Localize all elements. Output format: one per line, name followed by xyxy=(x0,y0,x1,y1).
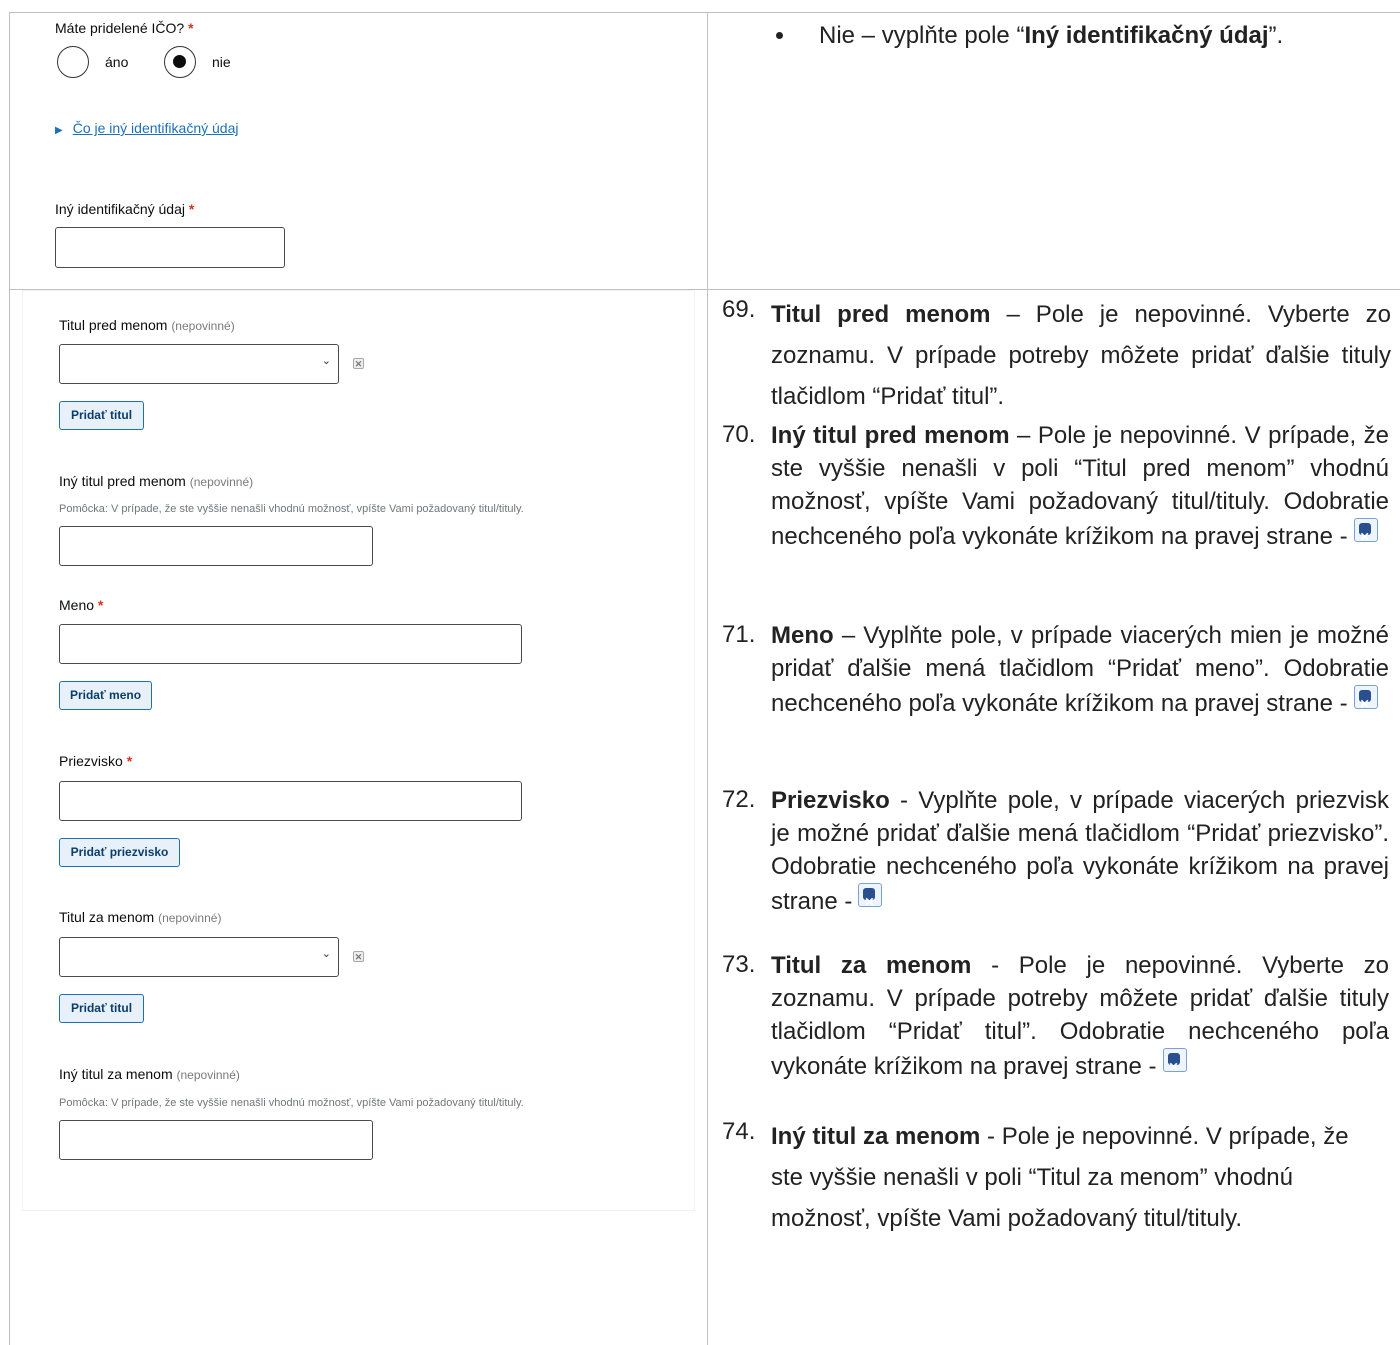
other-title-after-label: Iný titul za menom (nepovinné) xyxy=(59,1066,240,1082)
table-top-border xyxy=(9,12,1400,13)
first-name-label: Meno * xyxy=(59,597,103,613)
surname-label: Priezvisko * xyxy=(59,753,132,769)
add-surname-button[interactable]: Pridať priezvisko xyxy=(59,838,180,867)
triangle-right-icon: ▶ xyxy=(55,125,63,136)
instruction-74: Iný titul za menom - Pole je nepovinné. … xyxy=(771,1116,1381,1239)
item-number: 71. xyxy=(722,621,756,648)
table-row-divider xyxy=(9,289,1400,290)
optional-tag: (nepovinné) xyxy=(176,1068,240,1082)
remove-field-icon[interactable]: ✕ xyxy=(353,951,364,962)
radio-no-label: nie xyxy=(212,54,231,70)
optional-tag: (nepovinné) xyxy=(171,319,235,333)
item-number: 74. xyxy=(722,1118,756,1145)
add-title-after-button[interactable]: Pridať titul xyxy=(59,994,144,1023)
item-number: 73. xyxy=(722,951,756,978)
instruction-bold: Iný titul pred menom xyxy=(771,422,1010,449)
details-toggle[interactable]: ▶ Čo je iný identifikačný údaj xyxy=(55,120,238,136)
required-mark: * xyxy=(97,597,104,613)
instruction-71: Meno – Vyplňte pole, v prípade viacerých… xyxy=(771,619,1389,721)
top-instruction-prefix: Nie – vyplňte pole “ xyxy=(819,22,1025,49)
radio-yes[interactable] xyxy=(57,46,89,78)
top-instruction-suffix: ”. xyxy=(1268,22,1284,49)
title-after-label: Titul za menom (nepovinné) xyxy=(59,909,221,925)
remove-cross-icon xyxy=(1353,518,1378,554)
hint-text: Pomôcka: V prípade, že ste vyššie nenašl… xyxy=(59,503,524,515)
instruction-70: Iný titul pred menom – Pole je nepovinné… xyxy=(771,419,1389,554)
other-title-before-input[interactable] xyxy=(59,526,373,566)
hint-text: Pomôcka: V prípade, že ste vyššie nenašl… xyxy=(59,1097,524,1109)
first-name-text: Meno xyxy=(59,597,95,613)
remove-cross-icon xyxy=(1353,685,1378,721)
instruction-bold: Priezvisko xyxy=(771,787,890,814)
instruction-72: Priezvisko - Vyplňte pole, v prípade via… xyxy=(771,784,1389,919)
other-title-after-text: Iný titul za menom xyxy=(59,1066,173,1082)
required-mark: * xyxy=(188,201,195,217)
other-id-label: Iný identifikačný údaj * xyxy=(55,201,194,217)
other-id-input[interactable] xyxy=(55,227,285,268)
table-left-border xyxy=(9,12,10,1345)
radio-selected-dot xyxy=(173,55,186,68)
title-before-text: Titul pred menom xyxy=(59,317,168,333)
required-mark: * xyxy=(126,753,133,769)
other-title-after-input[interactable] xyxy=(59,1120,373,1160)
other-title-before-text: Iný titul pred menom xyxy=(59,473,186,489)
instruction-bold: Titul za menom xyxy=(771,952,972,979)
surname-input[interactable] xyxy=(59,781,522,821)
item-number: 69. xyxy=(722,296,756,323)
surname-text: Priezvisko xyxy=(59,753,123,769)
title-after-select[interactable]: ⌄ xyxy=(59,937,339,977)
instruction-73: Titul za menom - Pole je nepovinné. Vybe… xyxy=(771,949,1389,1084)
details-link[interactable]: Čo je iný identifikačný údaj xyxy=(73,120,239,136)
remove-cross-icon xyxy=(858,883,883,919)
optional-tag: (nepovinné) xyxy=(189,475,254,489)
radio-yes-label: áno xyxy=(105,54,129,70)
table-column-divider xyxy=(707,12,708,1345)
instruction-69: Titul pred menom – Pole je nepovinné. Vy… xyxy=(771,294,1391,417)
required-mark: * xyxy=(188,20,194,36)
chevron-down-icon: ⌄ xyxy=(321,355,331,367)
other-id-text: Iný identifikačný údaj xyxy=(55,201,185,217)
remove-field-icon[interactable]: ✕ xyxy=(353,358,364,369)
instruction-bold: Iný titul za menom xyxy=(771,1123,981,1150)
instruction-text: – Vyplňte pole, v prípade viacerých mien… xyxy=(771,622,1389,717)
top-instruction-bold: Iný identifikačný údaj xyxy=(1024,22,1269,49)
instruction-bold: Titul pred menom xyxy=(771,301,991,328)
item-number: 72. xyxy=(722,786,756,813)
other-title-before-label: Iný titul pred menom (nepovinné) xyxy=(59,473,253,489)
remove-cross-icon xyxy=(1162,1048,1187,1084)
instruction-bold: Meno xyxy=(771,622,834,649)
bullet-point xyxy=(776,32,783,39)
title-after-text: Titul za menom xyxy=(59,909,155,925)
title-before-select[interactable]: ⌄ xyxy=(59,344,339,384)
ico-question-text: Máte pridelené IČO? xyxy=(55,20,185,36)
chevron-down-icon: ⌄ xyxy=(321,948,331,960)
top-instruction: Nie – vyplňte pole “Iný identifikačný úd… xyxy=(819,20,1283,52)
add-first-name-button[interactable]: Pridať meno xyxy=(59,681,152,710)
first-name-input[interactable] xyxy=(59,624,522,664)
radio-no[interactable] xyxy=(164,46,196,78)
optional-tag: (nepovinné) xyxy=(158,911,222,925)
title-before-label: Titul pred menom (nepovinné) xyxy=(59,317,235,333)
ico-question-label: Máte pridelené IČO? * xyxy=(55,20,194,36)
item-number: 70. xyxy=(722,421,756,448)
add-title-before-button[interactable]: Pridať titul xyxy=(59,401,144,430)
